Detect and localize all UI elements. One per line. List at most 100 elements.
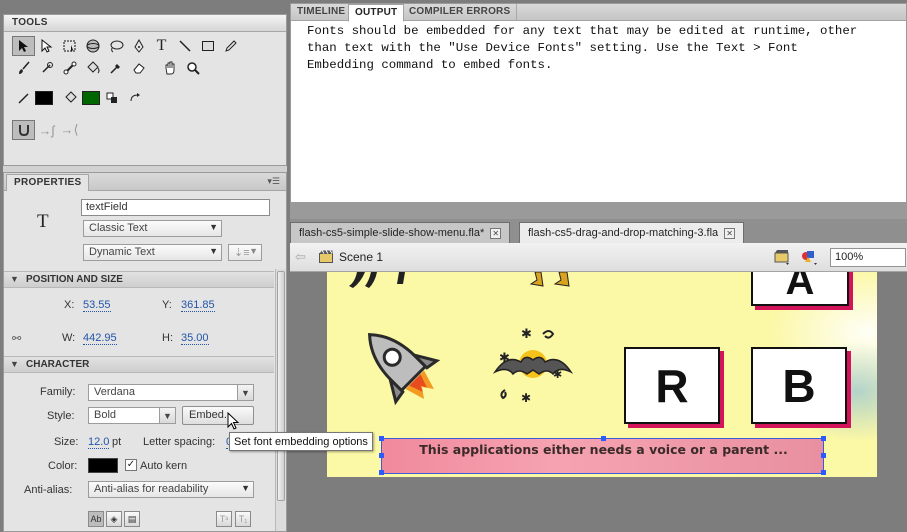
card-r-letter: R — [655, 359, 689, 412]
card-b[interactable]: B — [751, 347, 847, 424]
paint-bucket-tool-icon[interactable] — [81, 58, 104, 78]
render-html-icon[interactable]: ◈ — [106, 511, 122, 527]
card-b-letter: B — [782, 359, 816, 412]
tools-panel-header[interactable]: TOOLS — [4, 15, 286, 32]
swap-colors-icon[interactable] — [123, 88, 146, 108]
deco-tool-icon[interactable] — [35, 58, 58, 78]
y-label: Y: — [162, 299, 172, 311]
font-family-select[interactable]: Verdana ▼ — [88, 384, 254, 401]
x-value[interactable]: 53.55 — [83, 299, 111, 312]
embed-tooltip: Set font embedding options — [229, 432, 373, 451]
text-tool-icon[interactable]: T — [150, 36, 173, 56]
scrollbar-thumb[interactable] — [277, 271, 285, 501]
zoom-field[interactable]: 100% — [830, 248, 906, 267]
card-a[interactable]: A — [751, 272, 849, 306]
free-transform-tool-icon[interactable] — [58, 36, 81, 56]
panel-menu-icon[interactable]: ▾☰ — [267, 176, 280, 187]
selection-handle[interactable] — [601, 436, 606, 441]
selection-handle[interactable] — [821, 453, 826, 458]
tab-output[interactable]: OUTPUT — [348, 4, 405, 22]
color-label: Color: — [48, 460, 78, 472]
rectangle-tool-icon[interactable] — [196, 36, 219, 56]
brush-tool-icon[interactable] — [12, 58, 35, 78]
document-area-separator — [290, 203, 907, 219]
back-arrow-icon[interactable]: ⇦ — [295, 249, 306, 265]
edit-scene-icon[interactable] — [774, 248, 792, 266]
embed-button[interactable]: Embed... — [182, 406, 254, 425]
selection-handle[interactable] — [379, 436, 384, 441]
tab-timeline[interactable]: TIMELINE — [291, 4, 353, 21]
selection-handle[interactable] — [821, 436, 826, 441]
properties-panel: PROPERTIES ▾☰ T textField Classic Text ▼… — [3, 172, 287, 532]
selection-handle[interactable] — [821, 470, 826, 475]
dynamic-text-field[interactable]: This applications either needs a voice o… — [379, 436, 826, 475]
dynamic-text-content: This applications either needs a voice o… — [419, 442, 788, 457]
anti-alias-value: Anti-alias for readability — [94, 483, 209, 495]
auto-kern-checkbox[interactable]: ✓ — [125, 459, 137, 471]
close-icon[interactable]: ✕ — [724, 228, 736, 239]
black-white-icon[interactable] — [100, 88, 123, 108]
x-label: X: — [64, 299, 75, 311]
text-color-swatch[interactable] — [88, 458, 118, 473]
hand-tool-icon[interactable] — [158, 58, 181, 78]
anti-alias-select[interactable]: Anti-alias for readability ▼ — [88, 481, 254, 498]
3d-rotation-tool-icon[interactable] — [81, 36, 104, 56]
character-title: CHARACTER — [26, 359, 90, 370]
eraser-tool-icon[interactable] — [127, 58, 150, 78]
line-tool-icon[interactable] — [173, 36, 196, 56]
fill-color-swatch[interactable] — [82, 91, 100, 105]
superscript-icon[interactable]: Tˢ — [216, 511, 232, 527]
show-border-icon[interactable]: ▤ — [124, 511, 140, 527]
selection-handle[interactable] — [379, 470, 384, 475]
smooth-icon[interactable]: →ʃ — [35, 120, 58, 140]
y-value[interactable]: 361.85 — [181, 299, 215, 312]
font-style-select[interactable]: Bold ▼ — [88, 407, 176, 424]
properties-tab[interactable]: PROPERTIES — [6, 174, 90, 191]
subselection-tool-icon[interactable] — [35, 36, 58, 56]
pencil-tool-icon[interactable] — [219, 36, 242, 56]
zoom-tool-icon[interactable] — [181, 58, 204, 78]
h-value[interactable]: 35.00 — [181, 332, 209, 345]
text-type-select[interactable]: Dynamic Text ▼ — [83, 244, 222, 261]
document-tab-slide-show[interactable]: flash-cs5-simple-slide-show-menu.fla* ✕ — [290, 222, 511, 243]
tab-compiler-errors[interactable]: COMPILER ERRORS — [403, 4, 518, 21]
output-text[interactable]: Fonts should be embedded for any text th… — [307, 23, 907, 74]
snap-to-objects-icon[interactable] — [12, 120, 35, 140]
tools-panel: TOOLS T →ʃ →⟨ — [3, 14, 287, 166]
eyedropper-tool-icon[interactable] — [104, 58, 127, 78]
pen-tool-icon[interactable] — [127, 36, 150, 56]
selection-handle[interactable] — [379, 453, 384, 458]
edit-symbols-icon[interactable] — [800, 248, 820, 266]
w-value[interactable]: 442.95 — [83, 332, 117, 345]
scene-label[interactable]: Scene 1 — [339, 250, 383, 264]
rocket-graphic — [368, 333, 441, 406]
stroke-color-swatch[interactable] — [35, 91, 53, 105]
straighten-icon[interactable]: →⟨ — [58, 120, 81, 140]
close-icon[interactable]: ✕ — [490, 228, 502, 239]
subscript-icon[interactable]: T₁ — [235, 511, 251, 527]
bone-tool-icon[interactable] — [58, 58, 81, 78]
document-tab-drag-drop[interactable]: flash-cs5-drag-and-drop-matching-3.fla ✕ — [519, 222, 745, 243]
card-r[interactable]: R — [624, 347, 720, 424]
tools-options-row: →ʃ →⟨ — [12, 120, 81, 140]
lasso-tool-icon[interactable] — [104, 36, 127, 56]
anti-alias-label: Anti-alias: — [24, 484, 73, 496]
properties-scrollbar[interactable] — [275, 269, 286, 531]
selectable-text-icon[interactable]: Ab — [88, 511, 104, 527]
card-a-letter: A — [785, 272, 815, 303]
selection-tool-icon[interactable] — [12, 36, 35, 56]
text-engine-select[interactable]: Classic Text ▼ — [83, 220, 222, 237]
chevron-down-icon: ▼ — [159, 407, 176, 424]
constrain-link-icon[interactable]: ⚯ — [12, 332, 21, 345]
orientation-select[interactable]: ⇣≡ ▼ — [228, 244, 262, 261]
bat-moon-graphic: ✱ ✱ ✱ ✱ — [492, 327, 574, 404]
h-label: H: — [162, 332, 173, 344]
tools-row-1: T — [12, 36, 242, 56]
instance-name-field[interactable]: textField — [81, 199, 270, 216]
position-size-section-header[interactable]: ▼ POSITION AND SIZE — [4, 271, 274, 288]
output-panel: TIMELINE OUTPUT COMPILER ERRORS Fonts sh… — [290, 3, 907, 203]
mouse-cursor-icon — [227, 412, 240, 430]
stage: ✱ ✱ ✱ ✱ A R B This applications either n… — [327, 272, 877, 477]
size-value[interactable]: 12.0 — [88, 436, 110, 449]
character-section-header[interactable]: ▼ CHARACTER — [4, 356, 274, 373]
